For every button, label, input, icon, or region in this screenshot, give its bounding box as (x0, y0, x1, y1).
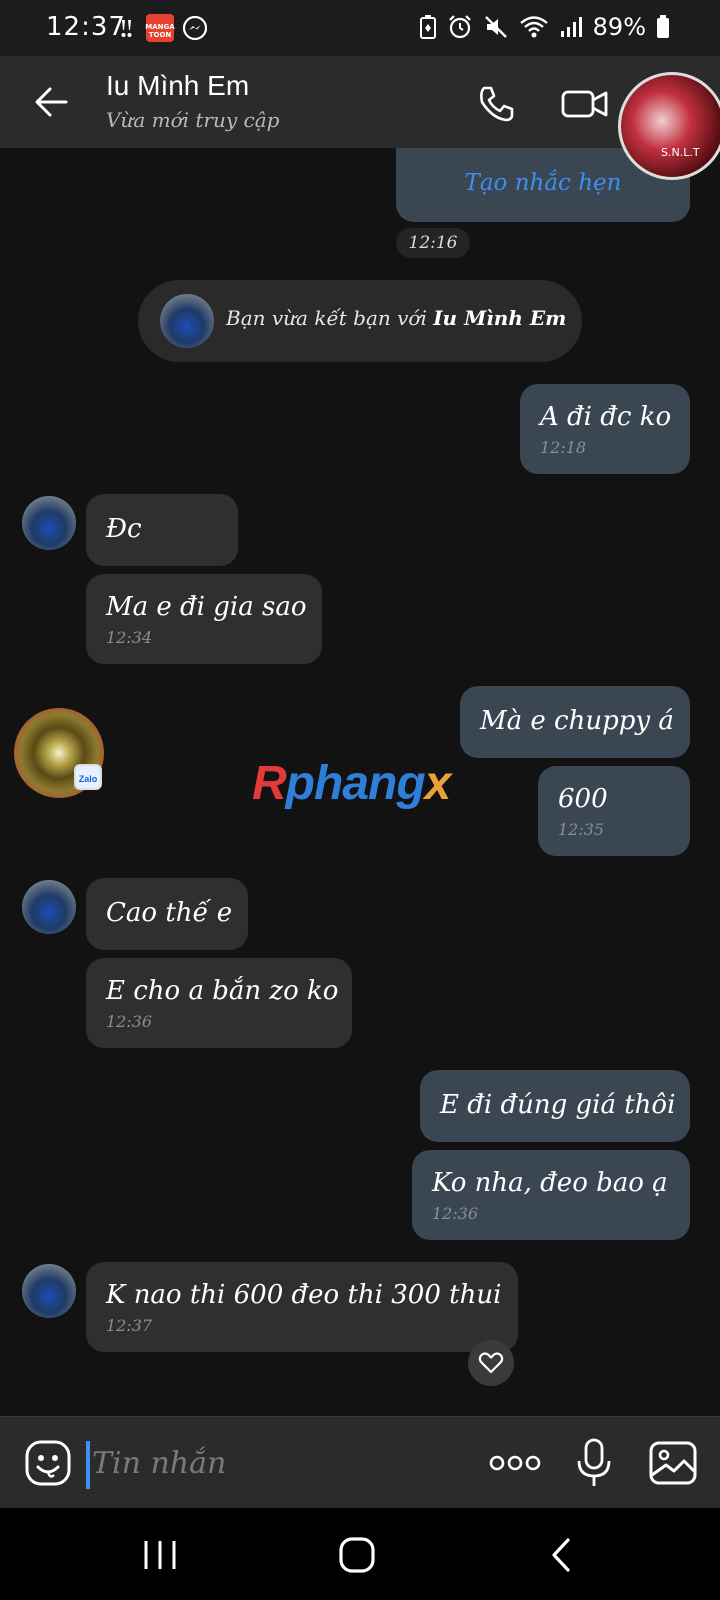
status-time: 12:37 (46, 12, 126, 42)
friend-notice: Bạn vừa kết bạn với Iu Mình Em (138, 280, 582, 362)
signal-icon (559, 15, 583, 39)
mute-icon (483, 14, 509, 40)
message-text: Ko nha, đeo bao ạ (432, 1168, 668, 1198)
message-bubble[interactable]: E cho a bắn zo ko 12:36 (86, 958, 352, 1048)
message-time: 12:36 (106, 1012, 153, 1031)
avatar-text: S.N.L.T (661, 146, 700, 159)
message-text: Mà e chuppy á (480, 706, 674, 736)
status-right-icons: 89% (419, 13, 670, 41)
alarm-icon (447, 14, 473, 40)
zalo-badge: Zalo (74, 764, 102, 790)
chat-head-avatar[interactable]: S.N.L.T (618, 72, 720, 180)
watermark-phang: phang (285, 757, 426, 810)
more-dots-icon (489, 1455, 541, 1471)
contact-name[interactable]: Iu Mình Em (106, 70, 249, 102)
recent-apps-icon (144, 1541, 176, 1569)
more-options-button[interactable] (488, 1453, 542, 1473)
contact-avatar[interactable] (22, 880, 76, 934)
message-composer (0, 1416, 720, 1508)
message-bubble[interactable]: K nao thi 600 đeo thi 300 thui 12:37 (86, 1262, 518, 1352)
message-time: 12:35 (558, 820, 605, 839)
create-reminder-link[interactable]: Tạo nhắc hẹn (396, 170, 690, 196)
battery-saver-icon (419, 14, 437, 40)
message-time: 12:34 (106, 628, 153, 647)
system-back-button[interactable] (546, 1536, 576, 1574)
message-bubble[interactable]: A đi đc ko 12:18 (520, 384, 690, 474)
chevron-left-icon (552, 1538, 570, 1572)
message-text: A đi đc ko (540, 402, 672, 432)
watermark-x: x (424, 757, 452, 810)
text-cursor (86, 1441, 90, 1489)
message-text: E đi đúng giá thôi (440, 1090, 676, 1120)
video-call-button[interactable] (560, 82, 610, 126)
message-text: K nao thi 600 đeo thi 300 thui (106, 1280, 502, 1310)
battery-icon (656, 15, 670, 39)
recent-apps-button[interactable] (140, 1538, 180, 1572)
back-arrow-icon (35, 87, 68, 117)
message-time: 12:18 (540, 438, 587, 457)
friend-notice-text: Bạn vừa kết bạn với Iu Mình Em (226, 306, 566, 330)
image-icon (649, 1441, 697, 1485)
message-text: Cao thế e (106, 898, 233, 928)
battery-percent: 89% (592, 13, 646, 41)
wifi-icon (519, 14, 549, 40)
home-button[interactable] (338, 1536, 376, 1574)
phone-icon (480, 86, 514, 122)
message-bubble[interactable]: Ma e đi gia sao 12:34 (86, 574, 322, 664)
contact-avatar[interactable] (22, 496, 76, 550)
watermark: Rphangx (252, 756, 452, 811)
message-text: 600 (558, 784, 608, 814)
chat-header: Iu Mình Em Vừa mới truy cập (0, 56, 720, 148)
message-bubble[interactable]: 600 12:35 (538, 766, 690, 856)
microphone-icon (577, 1438, 611, 1486)
home-icon (339, 1537, 375, 1573)
contact-avatar[interactable] (22, 1264, 76, 1318)
messenger-icon (182, 15, 208, 41)
message-text: E cho a bắn zo ko (106, 976, 339, 1006)
message-bubble[interactable]: Cao thế e (86, 878, 248, 950)
send-image-button[interactable] (648, 1439, 698, 1487)
message-list[interactable]: Tạo nhắc hẹn 12:16 Bạn vừa kết bạn với I… (0, 148, 720, 1416)
message-text: Ma e đi gia sao (106, 592, 307, 622)
status-left-icons: MANGA TOON (118, 14, 208, 42)
voice-record-button[interactable] (572, 1437, 616, 1489)
friend-notice-name: Iu Mình Em (433, 306, 567, 330)
watermark-r: R (252, 757, 287, 810)
mangatoon-icon: MANGA TOON (145, 14, 175, 42)
heart-icon (478, 1352, 504, 1374)
message-bubble[interactable]: Đc (86, 494, 238, 566)
contact-status: Vừa mới truy cập (106, 108, 280, 132)
message-bubble[interactable]: E đi đúng giá thôi (420, 1070, 690, 1142)
friend-notice-prefix: Bạn vừa kết bạn với (226, 306, 427, 330)
message-time: 12:37 (106, 1316, 153, 1335)
message-text: Đc (106, 514, 142, 544)
message-input[interactable] (92, 1437, 452, 1489)
message-bubble[interactable]: Mà e chuppy á (460, 686, 690, 758)
react-button[interactable] (468, 1340, 514, 1386)
system-nav-bar (0, 1508, 720, 1600)
time-chip: 12:16 (396, 228, 470, 258)
voice-call-button[interactable] (474, 82, 518, 126)
back-button[interactable] (30, 80, 74, 124)
sticker-button[interactable] (24, 1439, 72, 1487)
notification-icon (118, 16, 138, 40)
video-camera-icon (561, 90, 608, 118)
smiley-icon (25, 1440, 71, 1486)
status-bar: 12:37 MANGA TOON 89% (0, 0, 720, 56)
message-time: 12:36 (432, 1204, 479, 1223)
friend-avatar (160, 294, 214, 348)
message-bubble[interactable]: Ko nha, đeo bao ạ 12:36 (412, 1150, 690, 1240)
